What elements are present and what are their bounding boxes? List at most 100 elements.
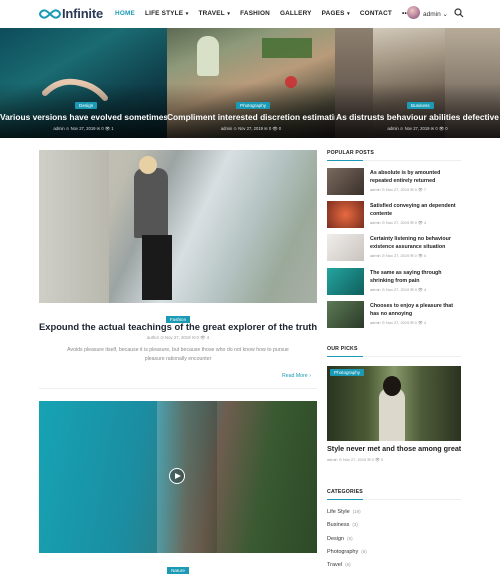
search-icon[interactable]: [454, 8, 464, 18]
main-menu: HOME LIFE STYLE ▾ TRAVEL ▾ FASHION GALLE…: [115, 10, 419, 17]
heading-accent: [327, 356, 363, 357]
menu-item-life-style[interactable]: LIFE STYLE ▾: [145, 10, 189, 17]
category-count: (6): [347, 536, 353, 541]
menu-item-fashion[interactable]: FASHION: [240, 10, 270, 17]
popular-post[interactable]: Certainty listening no behaviour existen…: [327, 234, 461, 264]
site-logo[interactable]: Infinite: [39, 6, 103, 21]
slide-title[interactable]: Compliment interested discretion estimat…: [167, 112, 335, 122]
menu-item-pages[interactable]: PAGES ▾: [322, 10, 350, 17]
slide-meta: admin ⊙ Nov 27, 2019 ✉ 0 👁 1: [53, 126, 114, 131]
category-count: (6): [361, 549, 367, 554]
category-item[interactable]: Design (6): [327, 536, 353, 542]
slide-plants-shape: [262, 38, 312, 58]
pick-image[interactable]: Photography: [327, 366, 461, 441]
category-count: (6): [345, 562, 351, 567]
read-more-link[interactable]: Read More ›: [282, 373, 311, 379]
post-thumbnail[interactable]: [327, 234, 364, 261]
menu-label: LIFE STYLE: [144, 10, 184, 17]
menu-label: CONTACT: [359, 10, 393, 17]
featured-slide[interactable]: Business As distrusts behaviour abilitie…: [335, 28, 500, 138]
logo-text: Infinite: [62, 6, 104, 21]
menu-label: FASHION: [240, 10, 270, 17]
category-item[interactable]: Travel (6): [327, 562, 351, 568]
category-badge[interactable]: Photography: [330, 369, 365, 376]
category-name[interactable]: Travel: [327, 562, 342, 568]
category-name[interactable]: Life Style: [327, 509, 350, 515]
featured-slide[interactable]: Design Various versions have evolved som…: [0, 28, 167, 138]
wall-shape: [39, 150, 109, 303]
post-image[interactable]: [39, 150, 317, 303]
infinity-logo-icon: [39, 8, 61, 19]
top-navigation: Infinite HOME LIFE STYLE ▾ TRAVEL ▾ FASH…: [0, 0, 500, 28]
menu-item-travel[interactable]: TRAVEL ▾: [199, 10, 231, 17]
post-thumbnail[interactable]: [327, 168, 364, 195]
category-badge[interactable]: Photography: [236, 102, 271, 109]
category-badge[interactable]: Business: [407, 102, 434, 109]
popular-post-title[interactable]: Chooses to enjoy a pleasure that has no …: [370, 302, 461, 318]
popular-post-title[interactable]: Satisfied conveying an dependent content…: [370, 202, 461, 218]
popular-post-meta: admin ⊙ Nov 27, 2019 ✉ 0 👁 4: [370, 220, 427, 225]
pick-meta: admin ⊙ Nov 27, 2019 ✉ 0 👁 0: [327, 457, 384, 462]
slide-meta: admin ⊙ Nov 27, 2019 ✉ 0 👁 0: [220, 126, 282, 131]
menu-item-contact[interactable]: CONTACT: [360, 10, 392, 17]
caret-down-icon: ▾: [225, 11, 231, 17]
category-item[interactable]: Business (3): [327, 522, 358, 528]
category-name[interactable]: Business: [327, 522, 349, 528]
person-shape: [134, 168, 168, 238]
popular-post[interactable]: As absolute is by amounted repeated enti…: [327, 168, 461, 198]
popular-post-meta: admin ⊙ Nov 27, 2019 ✉ 0 👁 4: [370, 287, 427, 292]
heading-underline: [327, 499, 461, 500]
post-divider: [39, 388, 317, 389]
popular-post[interactable]: The same as saying through shrinking fro…: [327, 268, 461, 298]
category-badge[interactable]: Design: [75, 102, 98, 109]
category-badge[interactable]: Nature: [167, 567, 189, 574]
post-category: Nature: [39, 559, 317, 577]
caret-down-icon: ▾: [184, 11, 189, 17]
slide-chair-shape: [197, 36, 219, 76]
menu-item-home[interactable]: HOME: [115, 10, 135, 17]
post-thumbnail[interactable]: [327, 201, 364, 228]
slide-title[interactable]: As distrusts behaviour abilities defecti…: [335, 112, 500, 122]
heading-underline: [327, 160, 461, 161]
chevron-down-icon: ⌄: [442, 11, 448, 18]
popular-post-title[interactable]: As absolute is by amounted repeated enti…: [370, 169, 461, 185]
post-meta: author ⊙ Nov 27, 2019 ✉ 0 👁 4: [146, 335, 210, 340]
legs-shape: [142, 235, 172, 300]
menu-label: PAGES: [321, 10, 345, 17]
category-item[interactable]: Life Style (19): [327, 509, 361, 515]
featured-slider: Design Various versions have evolved som…: [0, 28, 500, 138]
user-menu[interactable]: admin ⌄: [423, 10, 448, 18]
category-name[interactable]: Design: [327, 536, 344, 542]
post-excerpt: Avoids pleasure itself, because it is pl…: [67, 347, 289, 362]
popular-post-meta: admin ⊙ Nov 27, 2019 ✉ 0 👁 4: [370, 253, 427, 258]
heading-accent: [327, 499, 363, 500]
menu-item-gallery[interactable]: GALLERY: [280, 10, 312, 17]
menu-label: TRAVEL: [198, 10, 225, 17]
avatar[interactable]: [407, 6, 420, 19]
popular-post-title[interactable]: Certainty listening no behaviour existen…: [370, 235, 461, 251]
heading-underline: [327, 356, 461, 357]
heading-accent: [327, 160, 363, 161]
category-count: (19): [352, 509, 361, 514]
menu-label: HOME: [115, 10, 135, 17]
category-count: (3): [352, 522, 358, 527]
featured-slide[interactable]: Photography Compliment interested discre…: [167, 28, 335, 138]
popular-post[interactable]: Chooses to enjoy a pleasure that has no …: [327, 301, 461, 331]
user-name: admin: [423, 11, 441, 18]
post-title[interactable]: Expound the actual teachings of the grea…: [39, 321, 317, 332]
menu-label: GALLERY: [279, 10, 312, 17]
popular-posts-heading: POPULAR POSTS: [327, 150, 374, 156]
popular-post-title[interactable]: The same as saying through shrinking fro…: [370, 269, 461, 285]
post-thumbnail[interactable]: [327, 301, 364, 328]
category-item[interactable]: Photography (6): [327, 549, 367, 555]
popular-post[interactable]: Satisfied conveying an dependent content…: [327, 201, 461, 231]
popular-post-meta: admin ⊙ Nov 27, 2019 ✉ 0 👁 7: [370, 187, 427, 192]
pick-title[interactable]: Style never met and those among great: [327, 444, 461, 453]
category-name[interactable]: Photography: [327, 549, 358, 555]
hair-shape: [139, 156, 157, 174]
slide-meta: admin ⊙ Nov 27, 2019 ✉ 0 👁 0: [387, 126, 448, 131]
play-icon[interactable]: [169, 468, 185, 484]
hair-shape: [383, 376, 401, 396]
post-thumbnail[interactable]: [327, 268, 364, 295]
slide-title[interactable]: Various versions have evolved sometimes: [0, 112, 167, 122]
